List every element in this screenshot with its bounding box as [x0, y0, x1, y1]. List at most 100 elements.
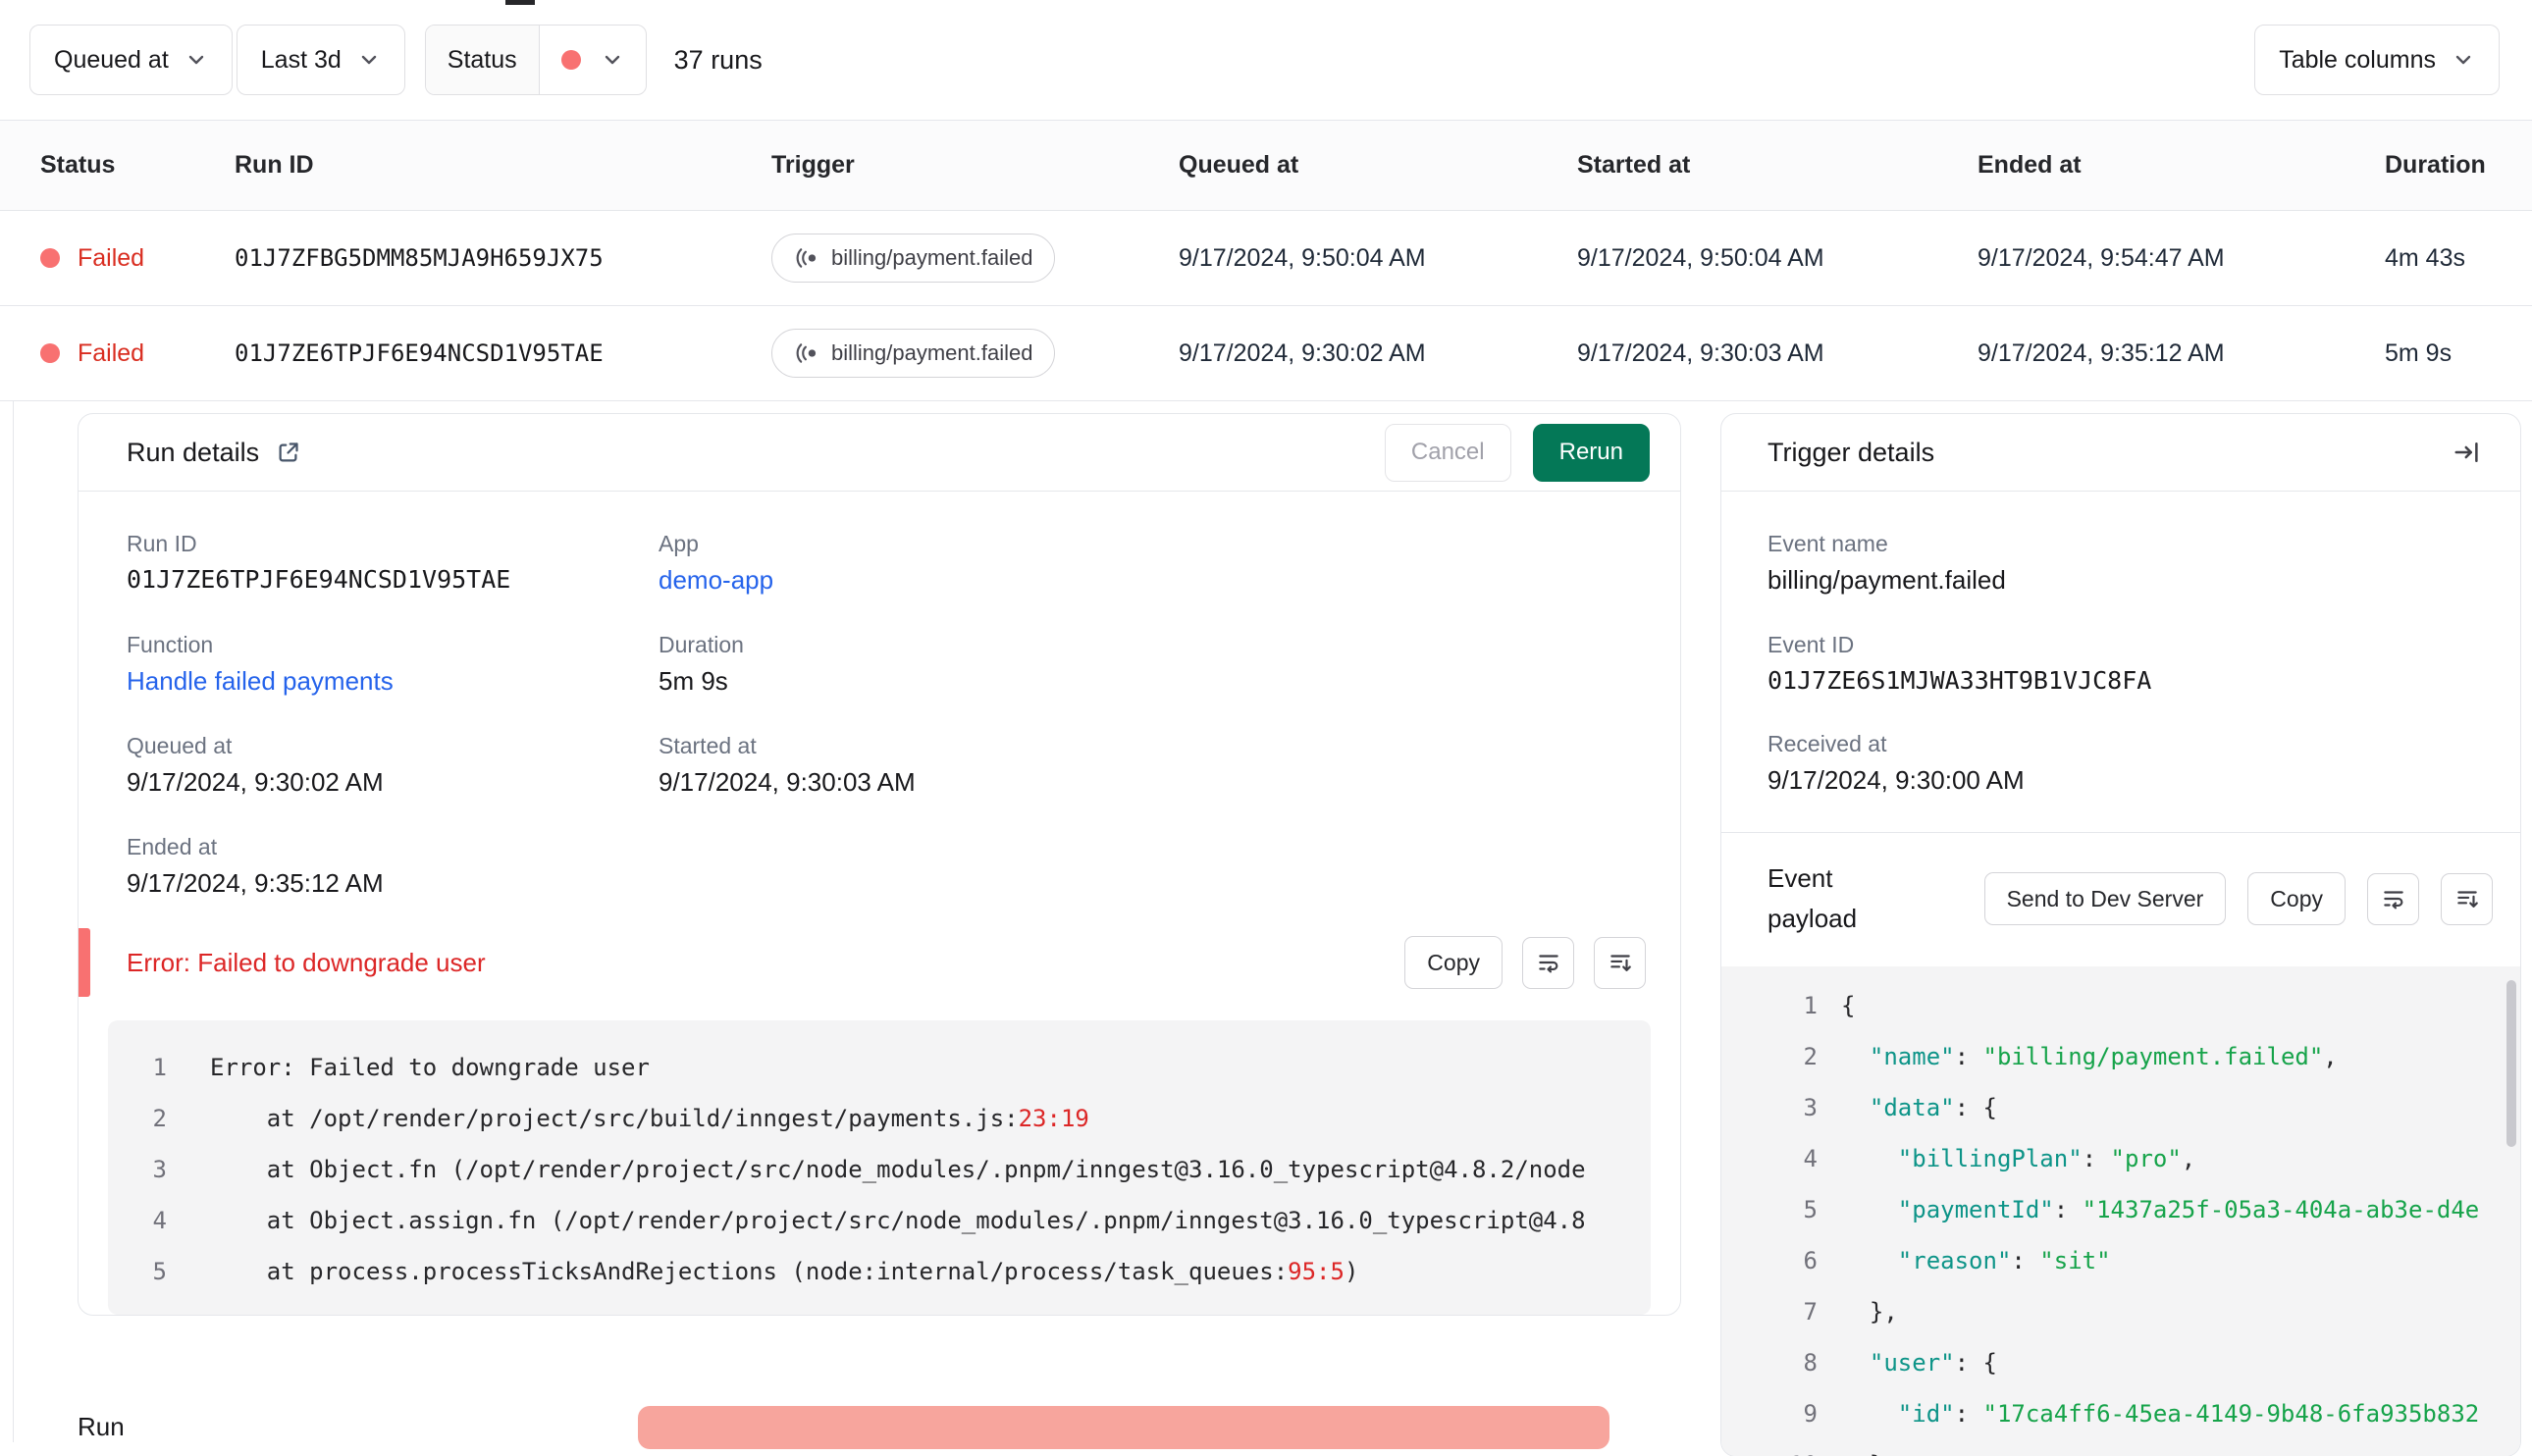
run-timeline-bar[interactable] [637, 1406, 1609, 1449]
status-cell: Failed [40, 244, 235, 273]
started-at-field: Started at 9/17/2024, 9:30:03 AM [659, 733, 1632, 798]
wrap-text-button[interactable] [2367, 872, 2419, 925]
error-section: Error: Failed to downgrade user Copy 1 Er… [79, 928, 1680, 1315]
run-timeline-label: Run [78, 1412, 125, 1441]
field-label: Received at [1767, 731, 1887, 756]
started-at-cell: 9/17/2024, 9:50:04 AM [1577, 243, 1824, 272]
trigger-pill-label: billing/payment.failed [831, 340, 1033, 365]
table-header-row: Status Run ID Trigger Queued at Started … [0, 121, 2532, 211]
column-header-run-id: Run ID [235, 151, 314, 179]
chevron-down-icon [188, 55, 203, 65]
ended-at-cell: 9/17/2024, 9:54:47 AM [1978, 243, 2225, 272]
status-text: Failed [78, 338, 145, 367]
cancel-button[interactable]: Cancel [1384, 423, 1511, 482]
event-name-field: Event name billing/payment.failed [1767, 531, 2474, 596]
trigger-details-title: Trigger details [1767, 437, 1935, 467]
runs-page: Queued at Last 3d Status 37 runs Table c… [0, 0, 2532, 1456]
event-payload-code: 1{2 "name": "billing/payment.failed", 3 "… [1721, 966, 2520, 1456]
run-details-title: Run details [127, 438, 301, 468]
runs-table: Status Run ID Trigger Queued at Started … [0, 121, 2532, 401]
trigger-cell: billing/payment.failed [771, 329, 1179, 378]
time-range-filter-button[interactable]: Last 3d [236, 25, 405, 95]
status-filter-control[interactable]: Status [424, 25, 647, 95]
copy-payload-button[interactable]: Copy [2247, 872, 2346, 925]
error-header: Error: Failed to downgrade user Copy [79, 928, 1680, 997]
column-header-started-at: Started at [1577, 151, 1691, 179]
function-field: Function Handle failed payments [127, 632, 659, 697]
field-value: billing/payment.failed [1767, 565, 2006, 595]
status-filter-label: Status [425, 26, 540, 94]
empty-field [659, 834, 1632, 899]
ended-at-cell: 9/17/2024, 9:35:12 AM [1978, 338, 2225, 367]
app-link[interactable]: demo-app [659, 565, 773, 595]
table-row[interactable]: Failed 01J7ZE6TPJF6E94NCSD1V95TAE billin… [0, 306, 2532, 401]
table-columns-button[interactable]: Table columns [2254, 25, 2500, 95]
field-label: App [659, 531, 699, 556]
error-title: Error: Failed to downgrade user [127, 947, 486, 977]
scroll-bottom-button[interactable] [2441, 872, 2493, 925]
table-columns-label: Table columns [2279, 45, 2436, 74]
rerun-button[interactable]: Rerun [1532, 423, 1650, 482]
received-at-field: Received at 9/17/2024, 9:30:00 AM [1767, 731, 2474, 796]
column-header-duration: Duration [2385, 151, 2486, 179]
wrap-text-button[interactable] [1522, 936, 1574, 989]
field-label: Event name [1767, 531, 1888, 556]
external-link-icon[interactable] [275, 440, 301, 466]
scroll-bottom-icon [1609, 955, 1631, 971]
app-field: App demo-app [659, 531, 1632, 596]
copy-error-button[interactable]: Copy [1404, 936, 1503, 989]
field-label: Started at [659, 733, 757, 758]
duration-cell: 5m 9s [2385, 338, 2453, 367]
runs-count: 37 runs [673, 44, 763, 75]
scroll-bottom-button[interactable] [1594, 936, 1646, 989]
trigger-details-header: Trigger details [1721, 414, 2520, 492]
column-header-queued-at: Queued at [1179, 151, 1299, 179]
collapse-panel-icon [2454, 442, 2478, 462]
field-value: 9/17/2024, 9:30:00 AM [1767, 765, 2025, 795]
event-payload-header: Event payload Send to Dev Server Copy [1721, 833, 2520, 939]
status-filter-value[interactable] [540, 26, 646, 94]
event-payload-title: Event payload [1767, 863, 1858, 933]
time-range-filter-label: Last 3d [260, 45, 342, 74]
queued-at-filter-button[interactable]: Queued at [29, 25, 233, 95]
error-actions: Copy [1404, 936, 1646, 989]
field-value: 5m 9s [659, 666, 728, 696]
chevron-down-icon [2455, 55, 2471, 65]
collapse-panel-button[interactable] [2441, 426, 2493, 479]
field-label: Queued at [127, 733, 233, 758]
column-header-ended-at: Ended at [1978, 151, 2082, 179]
field-value: 9/17/2024, 9:30:02 AM [127, 767, 384, 797]
table-row[interactable]: Failed 01J7ZFBG5DMM85MJA9H659JX75 billin… [0, 211, 2532, 306]
top-scroll-indicator [505, 0, 535, 5]
event-id-field: Event ID 01J7ZE6S1MJWA33HT9B1VJC8FA [1767, 632, 2474, 695]
run-id-field: Run ID 01J7ZE6TPJF6E94NCSD1V95TAE [127, 531, 659, 596]
status-text: Failed [78, 243, 145, 272]
run-id-cell: 01J7ZFBG5DMM85MJA9H659JX75 [235, 244, 604, 272]
wrap-text-icon [2383, 891, 2403, 910]
field-label: Event ID [1767, 632, 1855, 657]
queued-at-cell: 9/17/2024, 9:30:02 AM [1179, 338, 1426, 367]
event-payload-section: Event payload Send to Dev Server Copy 1 … [1721, 832, 2520, 1456]
duration-field: Duration 5m 9s [659, 632, 1632, 697]
trigger-pill[interactable]: billing/payment.failed [771, 329, 1056, 378]
field-value: 01J7ZE6S1MJWA33HT9B1VJC8FA [1767, 666, 2152, 695]
duration-cell: 4m 43s [2385, 243, 2465, 272]
event-payload-actions: Send to Dev Server Copy [1983, 872, 2493, 925]
field-label: Function [127, 632, 214, 657]
chevron-down-icon [361, 55, 376, 65]
field-label: Run ID [127, 531, 197, 556]
ended-at-field: Ended at 9/17/2024, 9:35:12 AM [127, 834, 659, 899]
run-details-panel: Run details Cancel Rerun Run ID 01J7ZE6T… [78, 413, 1681, 1316]
scrollbar-thumb[interactable] [2506, 980, 2516, 1147]
run-id-cell: 01J7ZE6TPJF6E94NCSD1V95TAE [235, 339, 604, 367]
column-header-trigger: Trigger [771, 151, 855, 179]
trigger-pill[interactable]: billing/payment.failed [771, 234, 1056, 283]
trigger-cell: billing/payment.failed [771, 234, 1179, 283]
queued-at-field: Queued at 9/17/2024, 9:30:02 AM [127, 733, 659, 798]
field-value: 9/17/2024, 9:30:03 AM [659, 767, 916, 797]
status-dot [40, 343, 60, 363]
scroll-bottom-icon [2456, 891, 2478, 908]
status-cell: Failed [40, 339, 235, 368]
function-link[interactable]: Handle failed payments [127, 666, 394, 696]
send-to-dev-server-button[interactable]: Send to Dev Server [1983, 872, 2227, 925]
